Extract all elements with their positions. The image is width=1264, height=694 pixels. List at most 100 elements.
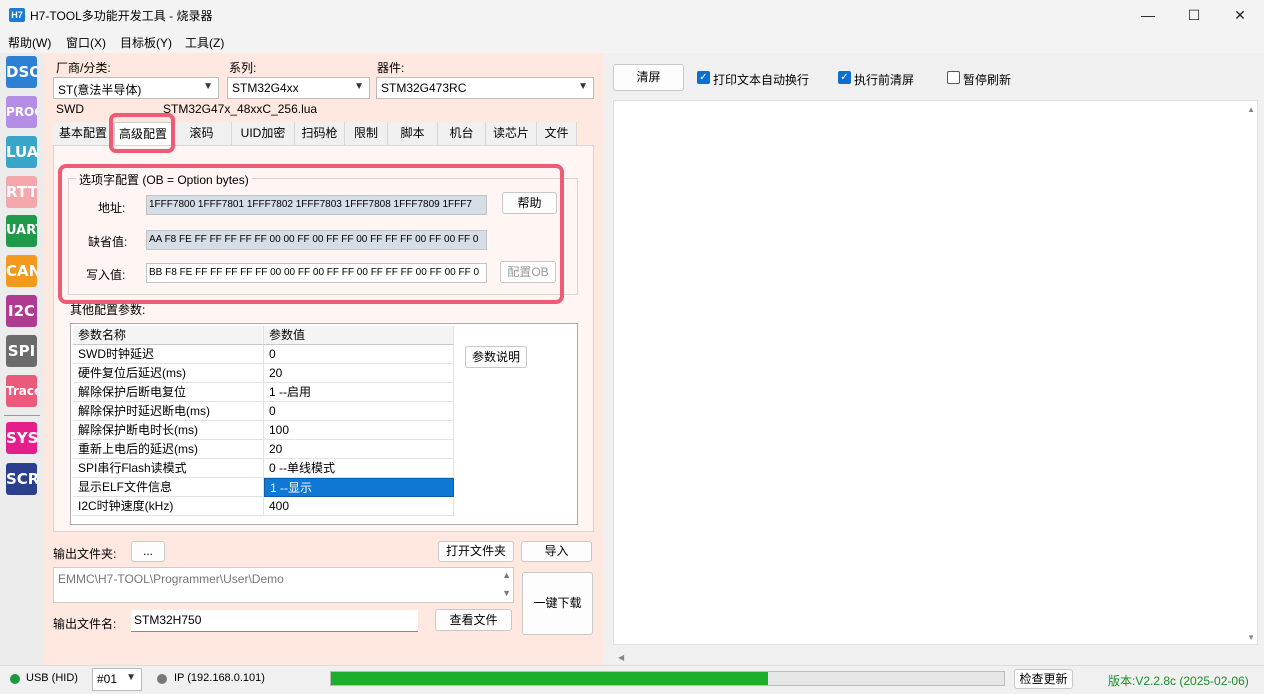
param-name-header[interactable]: 参数名称 <box>73 326 264 345</box>
param-value-cell-selected[interactable]: 1 --显示 <box>264 478 454 497</box>
minimize-button[interactable]: — <box>1125 0 1171 31</box>
series-select[interactable]: STM32G4xx ▼ <box>227 77 370 99</box>
output-path-box[interactable]: EMMC\H7-TOOL\Programmer\User\Demo ▲ ▼ <box>53 567 514 603</box>
wrap-checkbox[interactable]: ✓ <box>697 71 710 84</box>
param-name-cell[interactable]: 显示ELF文件信息 <box>73 478 264 497</box>
menu-bar: 帮助(W) 窗口(X) 目标板(Y) 工具(Z) <box>0 31 1264 53</box>
param-value-cell[interactable]: 20 <box>264 440 454 459</box>
tab-file[interactable]: 文件 <box>537 122 577 145</box>
menu-tools[interactable]: 工具(Z) <box>185 34 224 51</box>
sys-button[interactable]: SYS <box>6 422 37 454</box>
scroll-down-icon[interactable]: ▼ <box>502 588 511 598</box>
progress-bar <box>330 671 1005 686</box>
param-name-cell[interactable]: SPI串行Flash读模式 <box>73 459 264 478</box>
param-value-cell[interactable]: 1 --启用 <box>264 383 454 402</box>
scr-button[interactable]: SCR <box>6 463 37 495</box>
device-select[interactable]: STM32G473RC ▼ <box>376 77 594 99</box>
can-button[interactable]: CAN <box>6 255 37 287</box>
tab-basic[interactable]: 基本配置 <box>53 122 114 145</box>
param-value-cell[interactable]: 0 <box>264 402 454 421</box>
param-value-cell[interactable]: 0 --单线模式 <box>264 459 454 478</box>
param-name-cell[interactable]: 重新上电后的延迟(ms) <box>73 440 264 459</box>
param-name-cell[interactable]: 硬件复位后延迟(ms) <box>73 364 264 383</box>
ip-status-label: IP (192.168.0.101) <box>174 672 265 684</box>
param-name-cell[interactable]: I2C时钟速度(kHz) <box>73 497 264 516</box>
usb-status-label: USB (HID) <box>26 672 78 684</box>
output-folder-label: 输出文件夹: <box>53 547 117 561</box>
option-bytes-highlight-box <box>58 164 564 304</box>
maximize-button[interactable]: ☐ <box>1171 0 1217 31</box>
clear-before-label: 执行前清屏 <box>854 73 915 87</box>
ip-status-dot <box>157 674 167 684</box>
prog-button[interactable]: PROG <box>6 96 37 128</box>
menu-window[interactable]: 窗口(X) <box>66 34 106 51</box>
vendor-select[interactable]: ST(意法半导体) ▼ <box>53 77 219 99</box>
device-label: 器件: <box>377 61 405 75</box>
window-title: H7-TOOL多功能开发工具 - 烧录器 <box>30 9 213 23</box>
device-number-select[interactable]: #01 ▼ <box>92 668 142 691</box>
chevron-down-icon: ▼ <box>203 81 213 92</box>
tab-limit[interactable]: 限制 <box>345 122 388 145</box>
i2c-button[interactable]: I2C <box>6 295 37 327</box>
param-name-cell[interactable]: SWD时钟延迟 <box>73 345 264 364</box>
param-name-cell[interactable]: 解除保护断电时长(ms) <box>73 421 264 440</box>
left-toolbar: DSO PROG LUA RTT UART CAN I2C SPI Trace … <box>0 53 44 665</box>
scroll-up-icon[interactable]: ▲ <box>502 570 511 580</box>
tab-script[interactable]: 脚本 <box>388 122 438 145</box>
scroll-up-icon[interactable]: ▲ <box>1247 105 1255 114</box>
menu-help[interactable]: 帮助(W) <box>8 34 51 51</box>
output-file-input[interactable]: STM32H750 <box>131 610 418 632</box>
check-update-button[interactable]: 检查更新 <box>1014 669 1073 689</box>
vendor-label: 厂商/分类: <box>56 61 111 75</box>
lua-file-text: STM32G47x_48xxC_256.lua <box>163 102 318 116</box>
uart-button[interactable]: UART <box>6 215 37 247</box>
scroll-down-icon[interactable]: ▼ <box>1247 633 1255 642</box>
pause-label: 暂停刷新 <box>963 73 1012 87</box>
toolbar-divider <box>4 415 40 416</box>
lua-button[interactable]: LUA <box>6 136 37 168</box>
open-folder-button[interactable]: 打开文件夹 <box>438 541 514 562</box>
dso-button[interactable]: DSO <box>6 56 37 88</box>
tab-uid-encrypt[interactable]: UID加密 <box>232 122 295 145</box>
tab-rolling-code[interactable]: 滚码 <box>172 122 232 145</box>
browse-folder-button[interactable]: ... <box>131 541 165 562</box>
usb-status-dot <box>10 674 20 684</box>
close-button[interactable]: ✕ <box>1217 0 1263 31</box>
app-icon: H7 <box>9 8 25 22</box>
output-path-text: EMMC\H7-TOOL\Programmer\User\Demo <box>58 572 284 586</box>
vendor-value: ST(意法半导体) <box>58 83 142 97</box>
chevron-down-icon: ▼ <box>354 81 364 92</box>
log-output-area[interactable]: ▲ ▼ ◀ <box>613 100 1258 662</box>
version-label: 版本:V2.2.8c (2025-02-06) <box>1108 674 1249 688</box>
pause-checkbox[interactable] <box>947 71 960 84</box>
param-value-cell[interactable]: 100 <box>264 421 454 440</box>
param-explain-button[interactable]: 参数说明 <box>465 346 527 368</box>
param-value-cell[interactable]: 0 <box>264 345 454 364</box>
status-bar: USB (HID) #01 ▼ IP (192.168.0.101) 检查更新 … <box>0 665 1264 694</box>
clear-before-checkbox[interactable]: ✓ <box>838 71 851 84</box>
spi-button[interactable]: SPI <box>6 335 37 367</box>
view-file-button[interactable]: 查看文件 <box>435 609 512 631</box>
scroll-left-icon[interactable]: ◀ <box>618 653 624 662</box>
title-bar: H7 H7-TOOL多功能开发工具 - 烧录器 — ☐ ✕ <box>0 0 1264 31</box>
interface-text: SWD <box>56 102 84 116</box>
param-name-cell[interactable]: 解除保护时延迟断电(ms) <box>73 402 264 421</box>
trace-button[interactable]: Trace <box>6 375 37 407</box>
one-click-download-button[interactable]: 一键下载 <box>522 572 593 635</box>
tab-machine[interactable]: 机台 <box>438 122 486 145</box>
param-value-cell[interactable]: 20 <box>264 364 454 383</box>
wrap-label: 打印文本自动换行 <box>713 73 810 87</box>
param-value-cell[interactable]: 400 <box>264 497 454 516</box>
tab-read-chip[interactable]: 读芯片 <box>486 122 537 145</box>
clear-screen-button[interactable]: 清屏 <box>613 64 684 91</box>
device-number-value: #01 <box>97 672 118 686</box>
param-name-cell[interactable]: 解除保护后断电复位 <box>73 383 264 402</box>
menu-target-board[interactable]: 目标板(Y) <box>120 34 172 51</box>
output-file-label: 输出文件名: <box>53 617 117 631</box>
params-section-title: 其他配置参数: <box>70 303 146 317</box>
import-button[interactable]: 导入 <box>521 541 592 562</box>
tab-scanner[interactable]: 扫码枪 <box>295 122 345 145</box>
rtt-button[interactable]: RTT <box>6 176 37 208</box>
param-value-header[interactable]: 参数值 <box>264 326 454 345</box>
series-label: 系列: <box>229 61 257 75</box>
